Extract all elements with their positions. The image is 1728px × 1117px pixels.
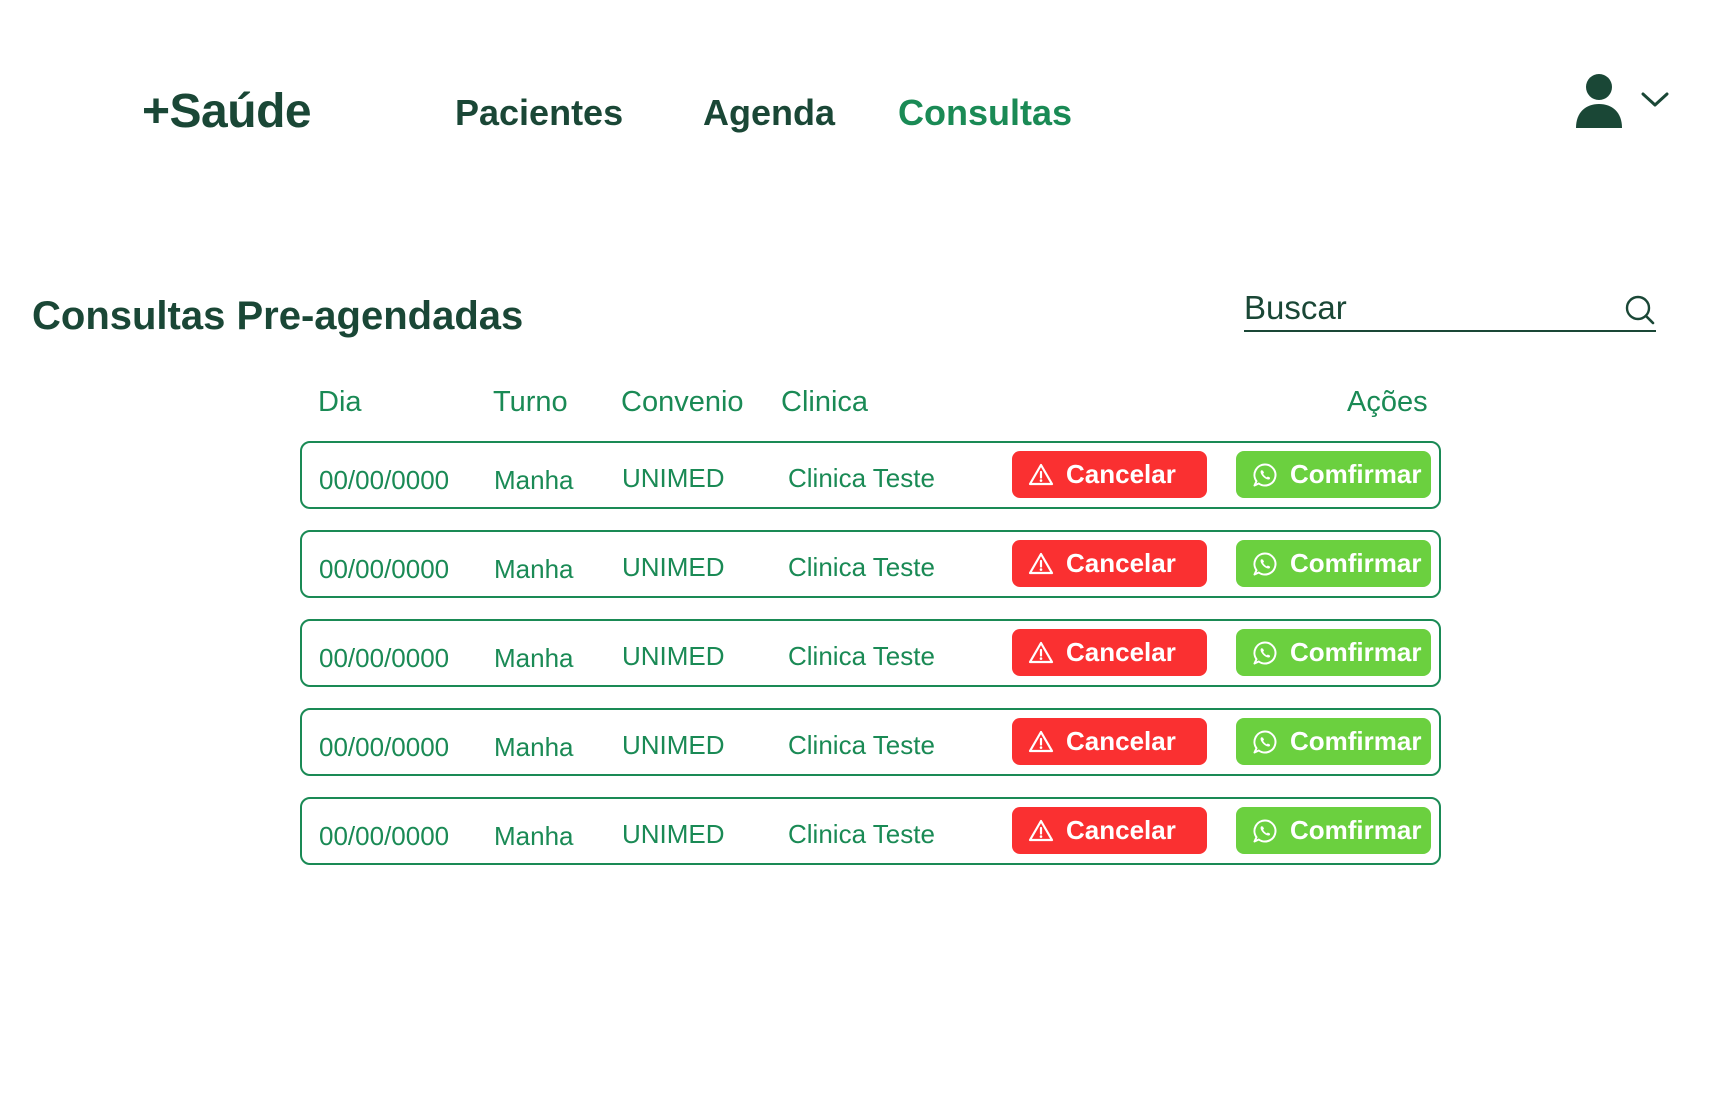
cell-convenio: UNIMED xyxy=(622,819,725,849)
warning-icon xyxy=(1028,463,1054,485)
cell-dia: 00/00/0000 xyxy=(319,821,450,851)
confirm-button[interactable]: Comfirmar xyxy=(1236,451,1431,498)
table-row: 00/00/0000 Manha UNIMED Clinica Teste Ca… xyxy=(300,530,1441,598)
search-input[interactable] xyxy=(1244,288,1604,328)
warning-icon xyxy=(1028,641,1054,663)
cell-convenio: UNIMED xyxy=(622,641,725,671)
cancel-button-label: Cancelar xyxy=(1066,726,1176,756)
cell-dia: 00/00/0000 xyxy=(319,643,450,673)
table-row: 00/00/0000 Manha UNIMED Clinica Teste Ca… xyxy=(300,708,1441,776)
nav-item-pacientes[interactable]: Pacientes xyxy=(455,92,623,134)
search-bar xyxy=(1244,288,1656,332)
cell-turno: Manha xyxy=(494,643,574,673)
table-row: 00/00/0000 Manha UNIMED Clinica Teste Ca… xyxy=(300,619,1441,687)
cancel-button[interactable]: Cancelar xyxy=(1012,807,1207,854)
table-row: 00/00/0000 Manha UNIMED Clinica Teste Ca… xyxy=(300,797,1441,865)
cell-turno: Manha xyxy=(494,465,574,495)
column-header-acoes: Ações xyxy=(1347,386,1428,418)
confirm-button-label: Comfirmar xyxy=(1290,548,1422,578)
chevron-down-icon[interactable] xyxy=(1640,90,1670,110)
whatsapp-icon xyxy=(1253,551,1277,575)
whatsapp-icon xyxy=(1253,462,1277,486)
confirm-button-label: Comfirmar xyxy=(1290,459,1422,489)
cancel-button[interactable]: Cancelar xyxy=(1012,540,1207,587)
cell-dia: 00/00/0000 xyxy=(319,554,450,584)
nav-item-consultas[interactable]: Consultas xyxy=(898,92,1072,134)
whatsapp-icon xyxy=(1253,729,1277,753)
column-header-convenio: Convenio xyxy=(621,386,744,418)
cancel-button-label: Cancelar xyxy=(1066,548,1176,578)
cancel-button[interactable]: Cancelar xyxy=(1012,629,1207,676)
table-row: 00/00/0000 Manha UNIMED Clinica Teste Ca… xyxy=(300,441,1441,509)
cell-clinica: Clinica Teste xyxy=(788,552,935,582)
confirm-button[interactable]: Comfirmar xyxy=(1236,718,1431,765)
user-icon xyxy=(1576,74,1622,128)
column-header-clinica: Clinica xyxy=(781,386,869,418)
warning-icon xyxy=(1028,730,1054,752)
cell-convenio: UNIMED xyxy=(622,463,725,493)
cell-clinica: Clinica Teste xyxy=(788,463,935,493)
user-menu[interactable] xyxy=(1574,74,1674,132)
confirm-button[interactable]: Comfirmar xyxy=(1236,807,1431,854)
app-logo[interactable]: +Saúde xyxy=(142,84,312,139)
confirm-button-label: Comfirmar xyxy=(1290,815,1422,845)
cancel-button[interactable]: Cancelar xyxy=(1012,451,1207,498)
confirm-button-label: Comfirmar xyxy=(1290,726,1422,756)
warning-icon xyxy=(1028,552,1054,574)
cancel-button-label: Cancelar xyxy=(1066,815,1176,845)
confirm-button[interactable]: Comfirmar xyxy=(1236,629,1431,676)
warning-icon xyxy=(1028,819,1054,841)
search-icon[interactable] xyxy=(1624,294,1656,326)
column-header-dia: Dia xyxy=(318,386,362,418)
cell-convenio: UNIMED xyxy=(622,552,725,582)
nav-item-agenda[interactable]: Agenda xyxy=(703,92,835,134)
column-header-turno: Turno xyxy=(493,386,568,418)
cancel-button-label: Cancelar xyxy=(1066,637,1176,667)
cell-clinica: Clinica Teste xyxy=(788,819,935,849)
cancel-button[interactable]: Cancelar xyxy=(1012,718,1207,765)
cell-turno: Manha xyxy=(494,821,574,851)
cell-dia: 00/00/0000 xyxy=(319,465,450,495)
page-title: Consultas Pre-agendadas xyxy=(32,294,524,338)
cell-turno: Manha xyxy=(494,554,574,584)
cell-clinica: Clinica Teste xyxy=(788,641,935,671)
whatsapp-icon xyxy=(1253,818,1277,842)
cell-dia: 00/00/0000 xyxy=(319,732,450,762)
cell-convenio: UNIMED xyxy=(622,730,725,760)
cell-turno: Manha xyxy=(494,732,574,762)
confirm-button-label: Comfirmar xyxy=(1290,637,1422,667)
cancel-button-label: Cancelar xyxy=(1066,459,1176,489)
cell-clinica: Clinica Teste xyxy=(788,730,935,760)
confirm-button[interactable]: Comfirmar xyxy=(1236,540,1431,587)
whatsapp-icon xyxy=(1253,640,1277,664)
